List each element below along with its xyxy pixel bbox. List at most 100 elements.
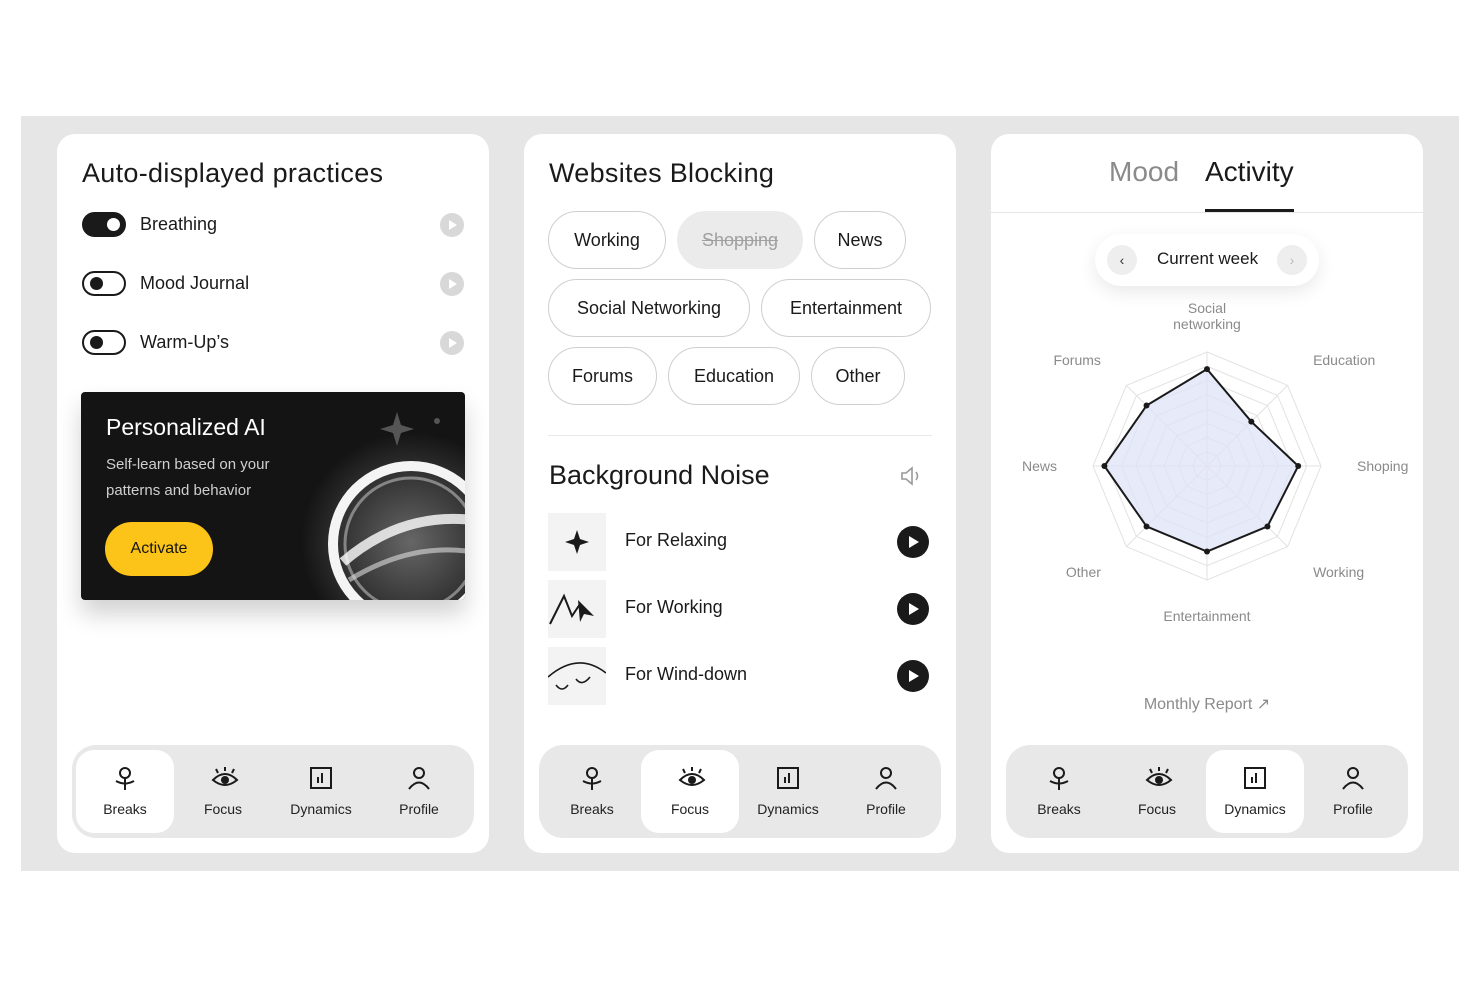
noise-label: For Wind-down <box>625 664 748 684</box>
nav-item-dynamics[interactable]: Dynamics <box>1206 750 1304 833</box>
chevron-left-icon[interactable]: ‹ <box>1107 245 1137 275</box>
mood-journal-toggle[interactable] <box>82 271 126 296</box>
radar-axis-label-line: Shoping <box>1357 458 1408 474</box>
radar-axis-label-line: Entertainment <box>1163 608 1250 624</box>
nav-item-profile[interactable]: Profile <box>370 750 468 833</box>
nav-item-profile[interactable]: Profile <box>837 750 935 833</box>
practice-row-mood-journal: Mood Journal <box>82 269 464 299</box>
nav-item-profile[interactable]: Profile <box>1304 750 1402 833</box>
nav-item-focus[interactable]: Focus <box>641 750 739 833</box>
radar-axis-label: Forums <box>1053 352 1100 368</box>
radar-axis-label: Shoping <box>1357 458 1408 474</box>
monthly-report-link[interactable]: Monthly Report ↗ <box>991 694 1423 714</box>
toggle-knob <box>107 218 120 231</box>
chart-icon <box>310 767 332 789</box>
noise-thumb <box>548 580 606 638</box>
nav-label: Focus <box>1137 801 1177 817</box>
week-selector: ‹ Current week › <box>1095 234 1319 286</box>
bottom-nav: Breaks Focus Dynamics Profile <box>1006 745 1408 838</box>
chip-social-networking[interactable]: Social Networking <box>548 279 750 337</box>
chip-shopping[interactable]: Shopping <box>677 211 803 269</box>
radar-axis-label-line: Forums <box>1053 352 1100 368</box>
play-icon[interactable] <box>440 213 464 237</box>
tab-mood[interactable]: Mood <box>1109 156 1179 212</box>
nav-label: Profile <box>399 801 439 817</box>
noise-label: For Working <box>625 597 723 617</box>
noise-row-working[interactable]: For Working <box>548 580 932 638</box>
practice-label: Breathing <box>140 214 218 234</box>
chip-entertainment[interactable]: Entertainment <box>761 279 931 337</box>
noise-row-relaxing[interactable]: For Relaxing <box>548 513 932 571</box>
radar-data-point <box>1295 463 1302 469</box>
radar-axis-label-line: Other <box>1066 564 1101 580</box>
radar-axis-label-line: News <box>1022 458 1057 474</box>
radar-axis-label: Entertainment <box>1163 608 1250 624</box>
activate-button[interactable]: Activate <box>105 522 213 576</box>
nav-item-breaks[interactable]: Breaks <box>543 750 641 833</box>
nav-label: Dynamics <box>290 801 352 817</box>
ai-card-subtitle: Self-learn based on your patterns and be… <box>106 456 270 499</box>
breathing-toggle[interactable] <box>82 212 126 237</box>
nav-label: Focus <box>670 801 710 817</box>
chip-education[interactable]: Education <box>668 347 800 405</box>
play-icon[interactable] <box>440 331 464 355</box>
canvas-background: Auto-displayed practices Breathing Mood … <box>21 116 1459 871</box>
nav-item-dynamics[interactable]: Dynamics <box>272 750 370 833</box>
radar-axis-label-line: Social <box>1188 300 1226 316</box>
period-label: Current week <box>1157 249 1259 268</box>
radar-data-point <box>1264 523 1271 530</box>
stats-panel: Mood Activity ‹ Current week › Social net… <box>991 134 1423 853</box>
chevron-right-icon[interactable]: › <box>1277 245 1307 275</box>
profile-icon <box>875 767 897 790</box>
warm-ups-toggle[interactable] <box>82 330 126 355</box>
radar-axis-label-line: Education <box>1313 352 1375 368</box>
profile-icon <box>408 767 430 790</box>
radar-data-point <box>1204 548 1210 555</box>
nav-item-dynamics[interactable]: Dynamics <box>739 750 837 833</box>
radar-axis-label: News <box>1022 458 1057 474</box>
bottom-nav: Breaks Focus Dynamics Profile <box>539 745 941 838</box>
chip-news[interactable]: News <box>814 211 906 269</box>
radar-data-point <box>1143 523 1150 530</box>
play-icon[interactable] <box>897 660 929 692</box>
bottom-nav: Breaks Focus Dynamics Profile <box>72 745 474 838</box>
nav-item-breaks[interactable]: Breaks <box>1010 750 1108 833</box>
nav-item-breaks[interactable]: Breaks <box>76 750 174 833</box>
breaks-icon <box>1049 767 1069 790</box>
play-icon[interactable] <box>897 526 929 558</box>
radar-data-point <box>1204 366 1210 373</box>
nav-label: Profile <box>866 801 906 817</box>
play-icon[interactable] <box>440 272 464 296</box>
chip-other[interactable]: Other <box>811 347 905 405</box>
practice-row-warm-ups: Warm-Up’s <box>82 328 464 358</box>
personalized-ai-card: Personalized AI Self-learn based on your… <box>81 392 465 600</box>
radar-axis-label-line: networking <box>1173 316 1241 332</box>
profile-icon <box>1342 767 1364 790</box>
radar-axis-label-line: Working <box>1313 564 1364 580</box>
closed-eyes-icon <box>548 662 606 690</box>
chart-icon <box>777 767 799 789</box>
nav-item-focus[interactable]: Focus <box>1108 750 1206 833</box>
noise-thumb <box>548 647 606 705</box>
sparkle-icon <box>565 530 589 554</box>
nav-item-focus[interactable]: Focus <box>174 750 272 833</box>
nav-label: Dynamics <box>757 801 819 817</box>
noise-row-wind-down[interactable]: For Wind-down <box>548 647 932 705</box>
activity-radar-chart: Social networking Education Shoping Working E… <box>1022 300 1408 624</box>
chip-working[interactable]: Working <box>548 211 666 269</box>
nav-label: Breaks <box>1037 801 1081 817</box>
practice-row-breathing: Breathing <box>82 210 464 240</box>
chart-icon <box>1244 767 1266 789</box>
radar-axis-label: Education <box>1313 352 1375 368</box>
zigzag-arrow-icon <box>549 593 594 625</box>
radar-axis-label: Working <box>1313 564 1364 580</box>
blocking-title: Websites Blocking <box>549 158 775 188</box>
tab-activity[interactable]: Activity <box>1205 156 1294 212</box>
speaker-icon[interactable] <box>900 465 924 487</box>
nav-label: Focus <box>203 801 243 817</box>
play-icon[interactable] <box>897 593 929 625</box>
toggle-knob <box>90 277 103 290</box>
ai-card-title: Personalized AI <box>106 414 266 440</box>
noise-title: Background Noise <box>549 460 770 490</box>
chip-forums[interactable]: Forums <box>548 347 657 405</box>
